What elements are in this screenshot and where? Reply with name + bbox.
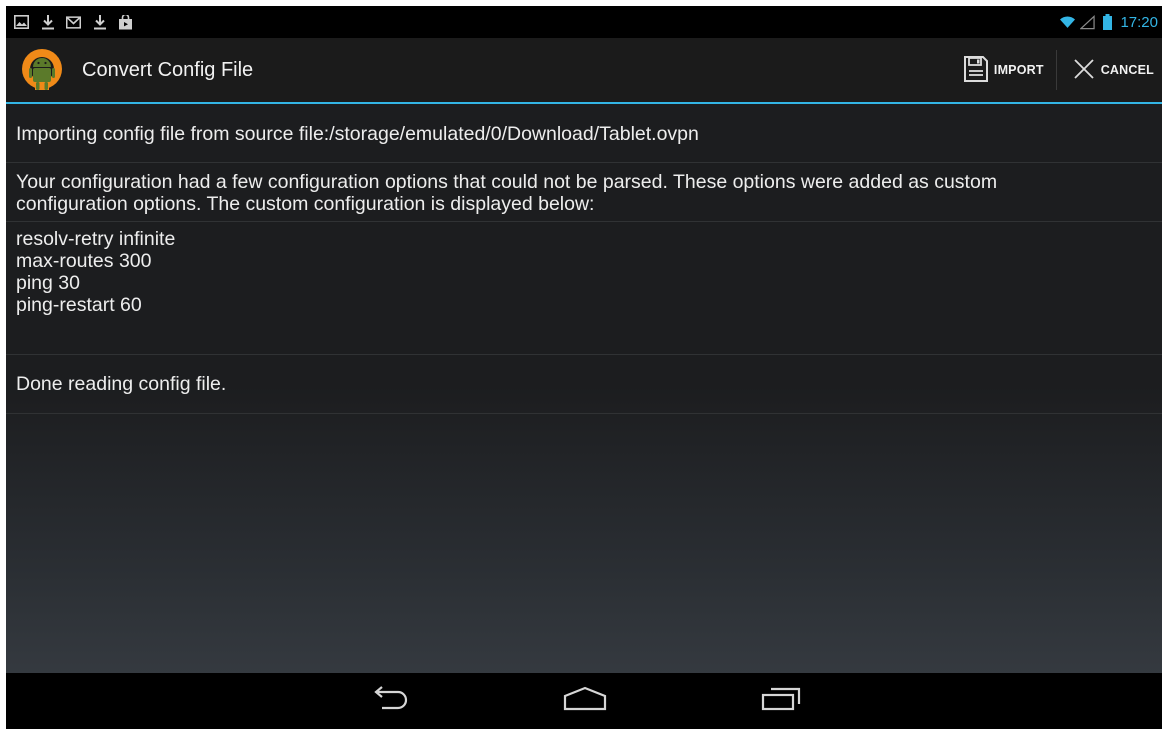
- openvpn-android-logo-icon[interactable]: [18, 46, 66, 94]
- custom-option-line: max-routes 300: [16, 250, 152, 272]
- status-bar: 17:20: [6, 6, 1162, 38]
- save-icon: [963, 55, 988, 85]
- status-clock: 17:20: [1120, 13, 1158, 31]
- wifi-icon: [1060, 15, 1076, 30]
- close-icon: [1073, 58, 1095, 83]
- signal-icon: [1080, 14, 1096, 30]
- recents-icon: [759, 686, 803, 716]
- system-icons: 17:20: [1060, 14, 1158, 31]
- navigation-bar: [6, 673, 1162, 729]
- download-icon: [92, 14, 107, 30]
- done-text: Done reading config file.: [16, 373, 227, 395]
- notification-icons: [14, 14, 133, 30]
- battery-icon: [1100, 14, 1115, 30]
- store-icon: [118, 14, 133, 30]
- download-icon: [40, 14, 55, 30]
- source-file-text: Importing config file from source file:/…: [16, 123, 699, 145]
- home-button[interactable]: [560, 683, 610, 719]
- back-button[interactable]: [364, 683, 414, 719]
- gallery-icon: [14, 15, 29, 30]
- warning-text-line: configuration options. The custom config…: [16, 193, 595, 215]
- list-item-source: Importing config file from source file:/…: [6, 106, 1162, 163]
- cancel-button[interactable]: CANCEL: [1057, 37, 1162, 103]
- gmail-icon: [66, 15, 81, 30]
- action-bar: Convert Config File IMPORT CANCEL: [6, 38, 1162, 104]
- warning-text-line: Your configuration had a few configurati…: [16, 171, 998, 193]
- import-label: IMPORT: [993, 63, 1044, 77]
- back-icon: [368, 686, 410, 716]
- cancel-label: CANCEL: [1100, 63, 1154, 77]
- list-item-warning: Your configuration had a few configurati…: [6, 163, 1162, 222]
- list-item-custom-options: resolv-retry infinite max-routes 300 pin…: [6, 222, 1162, 355]
- list-item-done: Done reading config file.: [6, 355, 1162, 414]
- custom-option-line: ping-restart 60: [16, 294, 142, 316]
- import-button[interactable]: IMPORT: [954, 37, 1054, 103]
- import-log-list[interactable]: Importing config file from source file:/…: [6, 106, 1162, 414]
- action-bar-title: Convert Config File: [82, 58, 254, 81]
- recents-button[interactable]: [756, 683, 806, 719]
- device-screen: 17:20 Convert Config File IMPORT CANCEL …: [6, 6, 1162, 729]
- custom-option-line: ping 30: [16, 272, 80, 294]
- custom-option-line: resolv-retry infinite: [16, 228, 176, 250]
- home-icon: [562, 686, 608, 716]
